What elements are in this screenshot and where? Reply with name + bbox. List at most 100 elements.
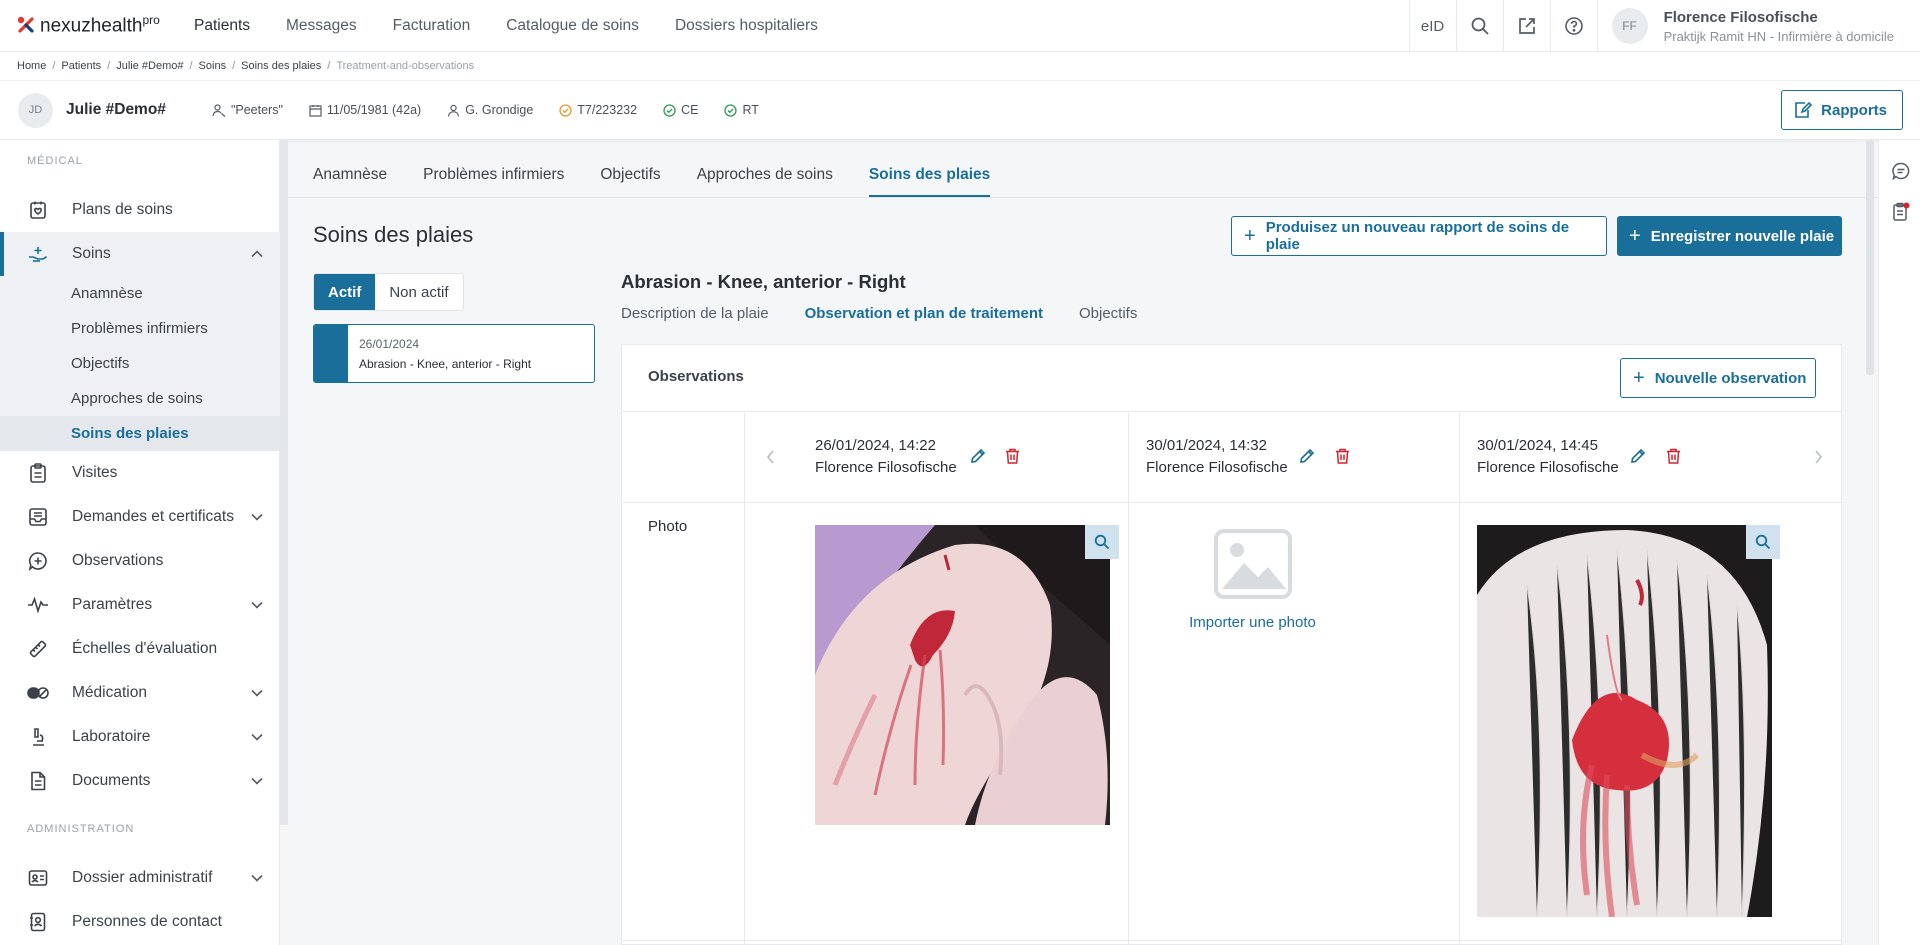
patient-ce: CE <box>663 103 698 117</box>
external-link-button[interactable] <box>1502 0 1550 52</box>
tab-anamnese[interactable]: Anamnèse <box>313 152 387 197</box>
observation-date: 30/01/2024, 14:45 <box>1477 437 1598 454</box>
next-arrow-icon[interactable] <box>1812 449 1824 470</box>
trash-icon[interactable] <box>1335 448 1350 469</box>
subtab-description[interactable]: Description de la plaie <box>621 305 769 322</box>
breadcrumb-current: Treatment-and-observations <box>336 60 475 72</box>
tab-soins-plaies[interactable]: Soins des plaies <box>868 152 991 197</box>
nav-patients[interactable]: Patients <box>194 17 250 35</box>
patient-name[interactable]: Julie #Demo# <box>66 101 166 119</box>
sidebar-item-personnes-contact[interactable]: Personnes de contact <box>0 900 280 944</box>
trash-icon[interactable] <box>1666 448 1681 469</box>
sidebar-sub-problemes[interactable]: Problèmes infirmiers <box>0 311 280 346</box>
edit-icon[interactable] <box>970 448 986 469</box>
nav-facturation[interactable]: Facturation <box>393 17 471 35</box>
sidebar-item-echelles[interactable]: Échelles d'évaluation <box>0 627 280 671</box>
external-link-icon <box>1518 18 1535 34</box>
tab-problemes[interactable]: Problèmes infirmiers <box>423 152 564 197</box>
help-button[interactable] <box>1549 0 1597 52</box>
chevron-up-icon[interactable] <box>250 247 264 261</box>
user-practice: Praktijk Ramit HN - Infirmière à domicil… <box>1663 28 1894 44</box>
wound-photo-3[interactable] <box>1477 525 1772 917</box>
chevron-down-icon[interactable] <box>250 871 264 885</box>
breadcrumb-home[interactable]: Home <box>17 60 46 72</box>
sidebar-item-label: Visites <box>72 464 118 481</box>
tab-objectifs[interactable]: Objectifs <box>600 152 660 197</box>
logo[interactable]: nexuzhealthpro <box>0 13 180 37</box>
breadcrumb-soins[interactable]: Soins <box>199 60 227 72</box>
breadcrumb-patients[interactable]: Patients <box>61 60 101 72</box>
sidebar-item-soins[interactable]: Soins <box>0 232 280 276</box>
zoom-photo-button[interactable] <box>1746 525 1780 559</box>
sidebar-item-label: Soins <box>72 245 111 262</box>
nav-dossiers[interactable]: Dossiers hospitaliers <box>675 17 818 35</box>
user-menu[interactable]: FF Florence Filosofische Praktijk Ramit … <box>1596 0 1920 52</box>
wound-subtabs: Description de la plaie Observation et p… <box>621 305 1173 322</box>
user-icon <box>447 104 460 117</box>
sidebar-sub-anamnese[interactable]: Anamnèse <box>0 276 280 311</box>
nav-messages[interactable]: Messages <box>286 17 357 35</box>
main-scrollbar[interactable] <box>1866 140 1874 375</box>
edit-icon[interactable] <box>1630 448 1646 469</box>
prev-arrow-icon[interactable] <box>765 449 777 470</box>
sidebar-item-medication[interactable]: Médication <box>0 671 280 715</box>
trash-icon[interactable] <box>1005 448 1020 469</box>
wound-name: Abrasion - Knee, anterior - Right <box>359 357 532 371</box>
sidebar-item-laboratoire[interactable]: Laboratoire <box>0 715 280 759</box>
tab-approches[interactable]: Approches de soins <box>697 152 833 197</box>
sidebar-sub-soins-plaies[interactable]: Soins des plaies <box>0 416 280 451</box>
page-title: Soins des plaies <box>313 222 474 247</box>
clipboard-icon <box>24 463 52 483</box>
wound-list-item[interactable]: 26/01/2024 Abrasion - Knee, anterior - R… <box>313 324 595 383</box>
sidebar-item-label: Laboratoire <box>72 728 151 745</box>
task-clipboard-icon[interactable] <box>1892 202 1910 227</box>
document-icon <box>24 771 52 791</box>
zoom-icon <box>1755 534 1771 550</box>
breadcrumb-patient[interactable]: Julie #Demo# <box>116 60 183 72</box>
sidebar-item-parametres[interactable]: Paramètres <box>0 583 280 627</box>
sidebar-item-label: Médication <box>72 684 147 701</box>
sidebar-sub-objectifs[interactable]: Objectifs <box>0 346 280 381</box>
toggle-inactive[interactable]: Non actif <box>375 274 462 310</box>
nav-catalogue[interactable]: Catalogue de soins <box>506 17 639 35</box>
chevron-down-icon[interactable] <box>250 598 264 612</box>
search-icon <box>1471 17 1489 35</box>
chevron-down-icon[interactable] <box>250 686 264 700</box>
sidebar-sub-approches[interactable]: Approches de soins <box>0 381 280 416</box>
patient-alias: "Peeters" <box>212 103 283 117</box>
chevron-down-icon[interactable] <box>250 510 264 524</box>
chevron-down-icon[interactable] <box>250 774 264 788</box>
new-observation-button[interactable]: + Nouvelle observation <box>1620 358 1816 398</box>
reports-button[interactable]: Rapports <box>1781 90 1903 130</box>
sidebar-item-observations[interactable]: Observations <box>0 539 280 583</box>
wound-photo-1[interactable] <box>815 525 1110 825</box>
sidebar-item-visites[interactable]: Visites <box>0 451 280 495</box>
contact-book-icon <box>24 912 52 932</box>
top-navbar: nexuzhealthpro Patients Messages Factura… <box>0 0 1920 52</box>
observation-date: 30/01/2024, 14:32 <box>1146 437 1267 454</box>
wound-title: Abrasion - Knee, anterior - Right <box>621 271 906 292</box>
patient-ce-text: CE <box>681 103 699 117</box>
sidebar-item-label: Plans de soins <box>72 201 173 218</box>
toggle-active[interactable]: Actif <box>314 274 376 310</box>
sidebar-item-demandes[interactable]: Demandes et certificats <box>0 495 280 539</box>
sidebar-item-plans-de-soins[interactable]: Plans de soins <box>0 188 280 232</box>
status-toggle: Actif Non actif <box>313 273 464 311</box>
observation-header-2: 30/01/2024, 14:32 Florence Filosofische <box>1146 437 1288 476</box>
sidebar-item-documents[interactable]: Documents <box>0 759 280 803</box>
subtab-objectifs[interactable]: Objectifs <box>1079 305 1137 322</box>
sidebar-item-dossier-administratif[interactable]: Dossier administratif <box>0 856 280 900</box>
chat-icon[interactable] <box>1892 162 1910 180</box>
sidebar-scrollbar[interactable] <box>280 140 288 825</box>
section-administration: ADMINISTRATION <box>27 823 135 835</box>
import-photo-area[interactable]: Importer une photo <box>1105 529 1400 631</box>
new-report-button[interactable]: + Produisez un nouveau rapport de soins … <box>1231 216 1607 256</box>
observation-date: 26/01/2024, 14:22 <box>815 437 936 454</box>
search-button[interactable] <box>1455 0 1503 52</box>
new-wound-button[interactable]: + Enregistrer nouvelle plaie <box>1617 216 1842 256</box>
breadcrumb-soins-plaies[interactable]: Soins des plaies <box>241 60 321 72</box>
subtab-observation[interactable]: Observation et plan de traitement <box>805 305 1043 322</box>
edit-icon[interactable] <box>1299 448 1315 469</box>
eid-button[interactable]: eID <box>1408 0 1456 52</box>
chevron-down-icon[interactable] <box>250 730 264 744</box>
